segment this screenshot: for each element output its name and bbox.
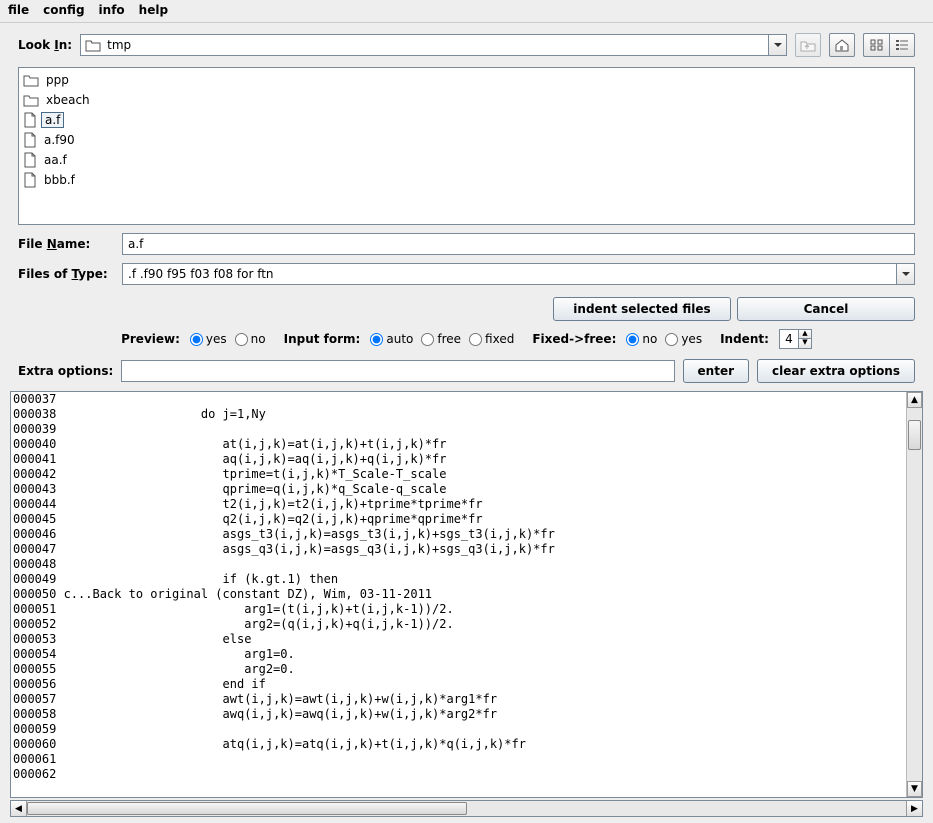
files-of-type-select[interactable]: .f .f90 f95 f03 f08 for ftn — [122, 263, 915, 285]
cancel-button[interactable]: Cancel — [737, 297, 915, 321]
action-button-row: indent selected files Cancel — [0, 291, 933, 323]
radio-label: no — [251, 332, 266, 346]
indent-spinner[interactable]: 4 ▲ ▼ — [779, 329, 812, 349]
folder-item[interactable]: ppp — [19, 70, 914, 90]
scroll-thumb[interactable] — [908, 420, 921, 450]
preview-text: 000037 000038 do j=1,Ny 000039 000040 at… — [11, 392, 906, 782]
file-name-label: bbb.f — [41, 173, 78, 187]
menu-help[interactable]: help — [139, 3, 168, 17]
file-name-label: a.f90 — [41, 133, 78, 147]
preview-area: 000037 000038 do j=1,Ny 000039 000040 at… — [10, 391, 923, 798]
file-name-label: ppp — [43, 73, 72, 87]
menu-config[interactable]: config — [43, 3, 84, 17]
fixed-free-label: Fixed->free: — [532, 332, 616, 346]
scroll-up-icon[interactable]: ▲ — [907, 392, 922, 408]
scroll-thumb[interactable] — [27, 802, 467, 815]
radio-label: yes — [206, 332, 227, 346]
files-of-type-row: Files of Type: .f .f90 f95 f03 f08 for f… — [18, 263, 915, 285]
file-icon — [23, 132, 37, 148]
file-item[interactable]: aa.f — [19, 150, 914, 170]
look-in-combo[interactable]: tmp — [80, 34, 787, 56]
input-form-label: Input form: — [284, 332, 361, 346]
indent-selected-button[interactable]: indent selected files — [553, 297, 731, 321]
file-name-label: a.f — [41, 112, 64, 128]
file-list[interactable]: ppp xbeach a.f a.f90 aa.f bbb.f — [18, 67, 915, 225]
enter-button[interactable]: enter — [683, 359, 749, 383]
scroll-right-icon[interactable]: ▶ — [906, 801, 922, 816]
file-name-label: aa.f — [41, 153, 70, 167]
extra-options-row: Extra options: enter clear extra options — [0, 355, 933, 391]
look-in-row: Look In: tmp — [18, 33, 915, 57]
radio-label: yes — [681, 332, 702, 346]
menu-file[interactable]: file — [8, 3, 29, 17]
home-button[interactable] — [829, 33, 855, 57]
vertical-scrollbar[interactable]: ▲ ▼ — [906, 392, 922, 797]
input-form-fixed-option[interactable]: fixed — [469, 332, 514, 346]
options-row: Preview: yes no Input form: auto free fi… — [0, 323, 933, 355]
menu-info[interactable]: info — [99, 3, 125, 17]
file-icon — [23, 172, 37, 188]
file-icon — [23, 152, 37, 168]
folder-icon — [85, 38, 101, 52]
chevron-down-icon[interactable] — [896, 264, 914, 284]
fixed-free-no-option[interactable]: no — [626, 332, 657, 346]
icon-view-button[interactable] — [863, 33, 889, 57]
radio-label: free — [437, 332, 461, 346]
input-form-free-option[interactable]: free — [421, 332, 461, 346]
look-in-value: tmp — [105, 38, 768, 52]
file-name-row: File Name: — [18, 233, 915, 255]
preview-radio-group: Preview: yes no — [121, 332, 266, 346]
menu-bar: file config info help — [0, 0, 933, 23]
up-folder-button[interactable] — [795, 33, 821, 57]
scroll-track[interactable] — [27, 801, 906, 816]
files-of-type-value: .f .f90 f95 f03 f08 for ftn — [123, 267, 896, 281]
scroll-left-icon[interactable]: ◀ — [11, 801, 27, 816]
file-icon — [23, 112, 37, 128]
radio-label: fixed — [485, 332, 514, 346]
fixed-free-yes-option[interactable]: yes — [665, 332, 702, 346]
file-item[interactable]: a.f — [19, 110, 914, 130]
input-form-radio-group: Input form: auto free fixed — [284, 332, 515, 346]
list-view-button[interactable] — [889, 33, 915, 57]
look-in-label: Look In: — [18, 38, 72, 52]
scroll-track[interactable] — [907, 408, 922, 781]
preview-no-option[interactable]: no — [235, 332, 266, 346]
file-item[interactable]: bbb.f — [19, 170, 914, 190]
extra-options-label: Extra options: — [18, 364, 113, 378]
file-item[interactable]: a.f90 — [19, 130, 914, 150]
spinner-down-icon[interactable]: ▼ — [799, 339, 811, 348]
horizontal-scrollbar[interactable]: ◀ ▶ — [10, 800, 923, 817]
folder-icon — [23, 93, 39, 107]
chevron-down-icon[interactable] — [768, 35, 786, 55]
folder-icon — [23, 73, 39, 87]
file-name-label: xbeach — [43, 93, 93, 107]
file-chooser: Look In: tmp ppp xbeach a.f a.f90 aa.f bbb.f — [0, 23, 933, 291]
input-form-auto-option[interactable]: auto — [370, 332, 413, 346]
file-name-input[interactable] — [122, 233, 915, 255]
extra-options-input[interactable] — [121, 360, 674, 382]
clear-extra-options-button[interactable]: clear extra options — [757, 359, 915, 383]
folder-item[interactable]: xbeach — [19, 90, 914, 110]
preview-label: Preview: — [121, 332, 180, 346]
files-of-type-label: Files of Type: — [18, 267, 114, 281]
file-name-label: File Name: — [18, 237, 114, 251]
radio-label: auto — [386, 332, 413, 346]
fixed-free-radio-group: Fixed->free: no yes — [532, 332, 702, 346]
indent-value: 4 — [780, 332, 798, 346]
indent-label: Indent: — [720, 332, 769, 346]
indent-spinner-group: Indent: 4 ▲ ▼ — [720, 329, 812, 349]
preview-yes-option[interactable]: yes — [190, 332, 227, 346]
radio-label: no — [642, 332, 657, 346]
scroll-down-icon[interactable]: ▼ — [907, 781, 922, 797]
